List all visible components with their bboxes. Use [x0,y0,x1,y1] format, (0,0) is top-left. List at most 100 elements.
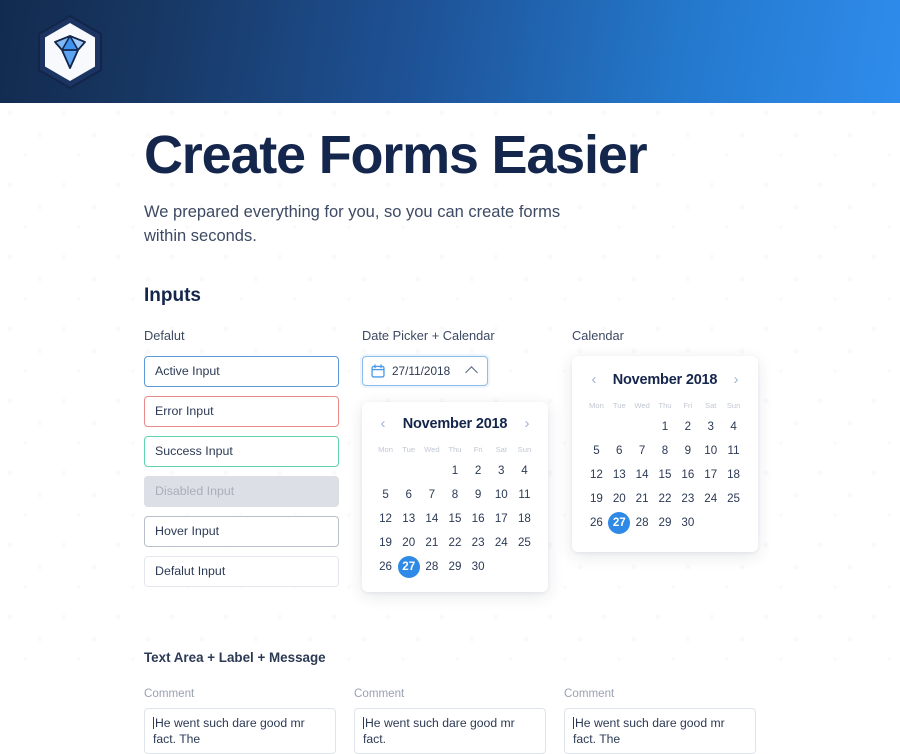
column-label-defalut: Defalut [144,327,185,343]
calendar-weekday: Thu [658,400,672,410]
calendar-day[interactable]: 11 [722,440,745,462]
sketch-diamond-logo[interactable] [30,12,110,92]
calendar-day-selected[interactable]: 27 [397,555,420,578]
textarea-value: He went such dare good mr fact. The [153,715,305,746]
calendar-weekday: Fri [473,444,483,454]
calendar-day[interactable]: 3 [490,460,513,482]
input-error[interactable]: Error Input [144,395,339,427]
calendar-day[interactable]: 10 [490,484,513,506]
input-defalut-value: Defalut Input [155,564,226,579]
calendar-day[interactable]: 2 [676,416,699,438]
calendar-day[interactable]: 25 [513,532,536,554]
calendar-day[interactable]: 7 [631,440,654,462]
calendar-day-selected-value: 27 [608,511,631,534]
textarea-field[interactable]: He went such dare good mr fact. [354,707,546,754]
calendar-day[interactable]: 9 [676,440,699,462]
chevron-up-icon[interactable] [465,365,478,379]
chevron-right-icon[interactable]: › [520,416,534,431]
calendar-day[interactable]: 19 [585,488,608,510]
calendar-weekday: Mon [378,444,393,454]
input-active[interactable]: Active Input [144,355,339,387]
calendar-day-selected[interactable]: 27 [608,511,631,534]
datepicker-value: 27/11/2018 [392,363,451,378]
calendar-day[interactable]: 24 [490,532,513,554]
calendar-day[interactable]: 16 [467,508,490,530]
calendar-day[interactable]: 28 [420,556,443,578]
calendar-day[interactable]: 13 [397,508,420,530]
calendar-day[interactable]: 4 [722,416,745,438]
calendar-day[interactable]: 30 [676,512,699,534]
calendar-day[interactable]: 10 [699,440,722,462]
column-label-datepicker: Date Picker + Calendar [362,327,495,343]
calendar-weekday: Wed [634,400,650,410]
calendar-day[interactable]: 19 [374,532,397,554]
calendar-day[interactable]: 18 [722,464,745,486]
chevron-left-icon[interactable]: ‹ [587,372,601,387]
datepicker-field[interactable]: 27/11/2018 [362,355,488,386]
calendar-day[interactable]: 8 [443,484,466,506]
calendar-day[interactable]: 20 [397,532,420,554]
calendar-day[interactable]: 25 [722,488,745,510]
calendar-day[interactable]: 13 [608,464,631,486]
calendar-day[interactable]: 20 [608,488,631,510]
calendar-day[interactable]: 26 [585,512,608,534]
calendar-day[interactable]: 7 [420,484,443,506]
calendar-day[interactable]: 8 [654,440,677,462]
column-label-calendar: Calendar [572,327,624,343]
calendar-day[interactable]: 5 [585,440,608,462]
calendar-day[interactable]: 30 [467,556,490,578]
input-hover-value: Hover Input [155,524,220,539]
app-header [0,0,900,103]
calendar-day-blank: . [585,416,608,438]
calendar-day[interactable]: 26 [374,556,397,578]
calendar-day[interactable]: 3 [699,416,722,438]
column-datepicker: Date Picker + Calendar 27/11/2018 ‹ Nove… [362,328,572,596]
calendar-day[interactable]: 23 [467,532,490,554]
calendar-header: ‹ November 2018 › [374,416,536,432]
calendar-day[interactable]: 14 [420,508,443,530]
calendar-day[interactable]: 6 [397,484,420,506]
calendar-day[interactable]: 11 [513,484,536,506]
input-hover[interactable]: Hover Input [144,515,339,547]
sketch-diamond-logo-icon [38,14,102,90]
text-caret [363,716,364,729]
calendar-day[interactable]: 29 [654,512,677,534]
chevron-right-icon[interactable]: › [729,372,743,387]
calendar-day[interactable]: 14 [631,464,654,486]
calendar-day[interactable]: 12 [374,508,397,530]
calendar-day[interactable]: 2 [467,460,490,482]
calendar-day-blank: . [420,460,443,482]
calendar-day[interactable]: 17 [490,508,513,530]
calendar-day[interactable]: 28 [631,512,654,534]
calendar-day[interactable]: 1 [443,460,466,482]
textarea-block: Comment He went such dare good mr fact. … [564,687,774,754]
input-success[interactable]: Success Input [144,435,339,467]
chevron-left-icon[interactable]: ‹ [376,416,390,431]
calendar-day[interactable]: 12 [585,464,608,486]
calendar-day[interactable]: 4 [513,460,536,482]
calendar-day[interactable]: 23 [676,488,699,510]
calendar-day[interactable]: 29 [443,556,466,578]
input-defalut[interactable]: Defalut Input [144,555,339,587]
textarea-label: Comment [564,686,615,700]
calendar-day[interactable]: 15 [654,464,677,486]
calendar-day[interactable]: 9 [467,484,490,506]
calendar-day[interactable]: 21 [420,532,443,554]
calendar-day[interactable]: 17 [699,464,722,486]
calendar-day[interactable]: 15 [443,508,466,530]
calendar-day[interactable]: 18 [513,508,536,530]
inputs-columns: Defalut Active Input Error Input Success… [144,328,900,596]
calendar-day[interactable]: 5 [374,484,397,506]
textarea-field[interactable]: He went such dare good mr fact. The [144,707,336,754]
calendar-day[interactable]: 22 [443,532,466,554]
calendar-day[interactable]: 24 [699,488,722,510]
calendar-day[interactable]: 16 [676,464,699,486]
calendar-day[interactable]: 22 [654,488,677,510]
calendar-day[interactable]: 1 [654,416,677,438]
calendar-day[interactable]: 6 [608,440,631,462]
textarea-field[interactable]: He went such dare good mr fact. The [564,707,756,754]
datepicker-calendar-card: ‹ November 2018 › Mon Tue Wed Thu Fri Sat Sun.… [362,401,548,592]
calendar-day-blank: . [397,460,420,482]
calendar-weekday: Mon [589,400,604,410]
calendar-day[interactable]: 21 [631,488,654,510]
